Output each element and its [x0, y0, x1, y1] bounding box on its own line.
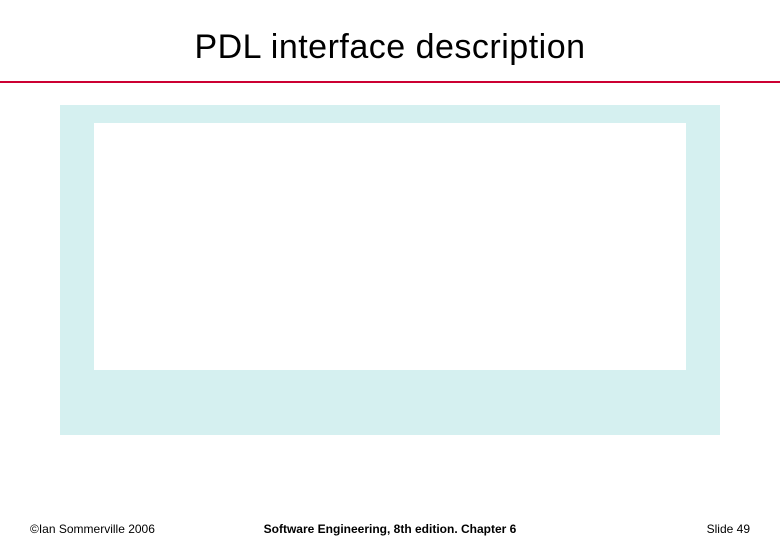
slide-container: PDL interface description ©Ian Sommervil…	[0, 0, 780, 540]
footer-page: Slide 49	[707, 522, 750, 536]
footer-page-label: Slide	[707, 522, 737, 536]
title-divider	[0, 81, 780, 83]
slide-title: PDL interface description	[0, 0, 780, 81]
content-inner-box	[94, 123, 686, 370]
footer-page-number: 49	[737, 522, 750, 536]
footer-copyright: ©Ian Sommerville 2006	[30, 522, 155, 536]
footer-center: Software Engineering, 8th edition. Chapt…	[264, 522, 517, 536]
content-area	[60, 105, 720, 435]
